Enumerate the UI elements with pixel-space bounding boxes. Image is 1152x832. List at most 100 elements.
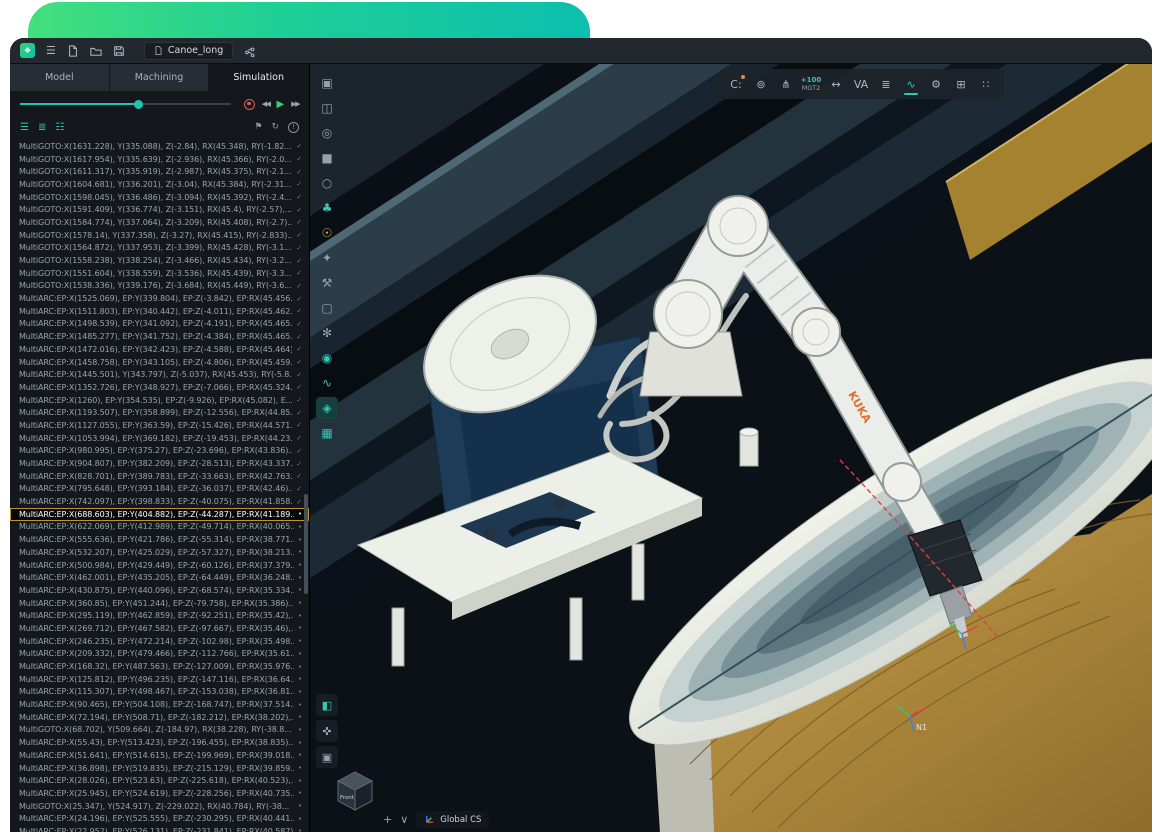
- command-row[interactable]: MultiARC:EP:X(90.465), EP:Y(504.108), EP…: [10, 698, 309, 711]
- command-row[interactable]: MultiARC:EP:X(1498.539), EP:Y(341.092), …: [10, 318, 309, 331]
- probe-icon[interactable]: ✦: [316, 247, 338, 269]
- command-row[interactable]: MultiGOTO:X(1604.681), Y(336.201), Z(-3.…: [10, 178, 309, 191]
- bulb-icon[interactable]: ☉: [316, 222, 338, 244]
- point-icon[interactable]: ◉: [316, 347, 338, 369]
- command-row[interactable]: MultiARC:EP:X(462.001), EP:Y(435.205), E…: [10, 571, 309, 584]
- monitor-icon[interactable]: ▢: [316, 297, 338, 319]
- command-row[interactable]: MultiARC:EP:X(209.332), EP:Y(479.466), E…: [10, 648, 309, 661]
- command-row[interactable]: MultiARC:EP:X(1458.758), EP:Y(343.105), …: [10, 356, 309, 369]
- new-document-icon[interactable]: [67, 45, 79, 57]
- snowflake-icon[interactable]: ✻: [316, 322, 338, 344]
- command-row[interactable]: MultiARC:EP:X(532.207), EP:Y(425.029), E…: [10, 546, 309, 559]
- command-row[interactable]: MultiARC:EP:X(55.43), EP:Y(513.423), EP:…: [10, 736, 309, 749]
- command-row[interactable]: MultiGOTO:X(1584.774), Y(337.064), Z(-3.…: [10, 216, 309, 229]
- printer-icon[interactable]: ◫: [316, 97, 338, 119]
- spindle-icon[interactable]: ◎: [316, 122, 338, 144]
- command-row[interactable]: MultiGOTO:X(25.347), Y(524.917), Z(-229.…: [10, 800, 309, 813]
- fast-forward-button[interactable]: ▶▶: [291, 100, 299, 108]
- command-row[interactable]: MultiGOTO:X(1631.228), Y(335.088), Z(-2.…: [10, 140, 309, 153]
- walk-mode-icon[interactable]: ✜: [316, 720, 338, 742]
- command-row[interactable]: MultiGOTO:X(1564.872), Y(337.953), Z(-3.…: [10, 242, 309, 255]
- machines-icon[interactable]: ▣: [316, 72, 338, 94]
- command-row[interactable]: MultiARC:EP:X(360.85), EP:Y(451.244), EP…: [10, 597, 309, 610]
- command-row[interactable]: MultiARC:EP:X(25.945), EP:Y(524.619), EP…: [10, 787, 309, 800]
- slider-handle[interactable]: [134, 100, 143, 109]
- expand-list-icon[interactable]: ☷: [55, 123, 64, 133]
- command-row[interactable]: MultiARC:EP:X(795.648), EP:Y(393.184), E…: [10, 483, 309, 496]
- tree-icon[interactable]: ♣: [316, 197, 338, 219]
- tab-model[interactable]: Model: [10, 64, 110, 91]
- open-folder-icon[interactable]: [90, 45, 102, 57]
- command-row[interactable]: MultiARC:EP:X(295.119), EP:Y(462.859), E…: [10, 609, 309, 622]
- command-row[interactable]: MultiARC:EP:X(28.026), EP:Y(523.63), EP:…: [10, 774, 309, 787]
- command-row[interactable]: MultiARC:EP:X(430.875), EP:Y(440.096), E…: [10, 584, 309, 597]
- save-icon[interactable]: [113, 45, 125, 57]
- spline-icon[interactable]: ∿: [316, 372, 338, 394]
- mesh-icon[interactable]: ▦: [316, 422, 338, 444]
- record-button[interactable]: [244, 99, 255, 110]
- warning-icon[interactable]: !: [288, 122, 299, 133]
- command-row[interactable]: MultiARC:EP:X(1472.016), EP:Y(342.423), …: [10, 343, 309, 356]
- tools-icon[interactable]: ⚒: [316, 272, 338, 294]
- play-button[interactable]: ▶: [277, 99, 285, 110]
- coordinate-system-chip[interactable]: Global CS: [416, 811, 489, 828]
- refresh-icon[interactable]: ↻: [271, 123, 279, 132]
- document-tab[interactable]: Canoe_long: [144, 42, 233, 60]
- command-row[interactable]: MultiARC:EP:X(1127.055), EP:Y(363.59), E…: [10, 419, 309, 432]
- gear-icon[interactable]: ⚙: [924, 72, 948, 96]
- tab-machining[interactable]: Machining: [110, 64, 210, 91]
- command-row[interactable]: MultiARC:EP:X(1525.069), EP:Y(339.804), …: [10, 292, 309, 305]
- command-row[interactable]: MultiGOTO:X(1558.238), Y(338.254), Z(-3.…: [10, 254, 309, 267]
- robot-icon[interactable]: ⊚: [749, 72, 773, 96]
- menu-icon[interactable]: ☰: [46, 45, 56, 56]
- command-row[interactable]: MultiARC:EP:X(555.636), EP:Y(421.786), E…: [10, 533, 309, 546]
- goto-operation-icon[interactable]: ⚑: [254, 123, 262, 132]
- view-cube[interactable]: Front: [332, 768, 378, 814]
- command-row[interactable]: MultiARC:EP:X(622.069), EP:Y(412.989), E…: [10, 521, 309, 534]
- command-row[interactable]: MultiARC:EP:X(500.984), EP:Y(429.449), E…: [10, 559, 309, 572]
- command-row[interactable]: MultiARC:EP:X(22.952), EP:Y(526.131), EP…: [10, 825, 309, 832]
- chart-icon[interactable]: ∿: [899, 72, 923, 96]
- command-row[interactable]: MultiARC:EP:X(1485.277), EP:Y(341.752), …: [10, 330, 309, 343]
- command-row[interactable]: MultiGOTO:X(68.702), Y(509.664), Z(-184.…: [10, 724, 309, 737]
- command-row[interactable]: MultiGOTO:X(1578.14), Y(337.358), Z(-3.2…: [10, 229, 309, 242]
- command-row[interactable]: MultiARC:EP:X(168.32), EP:Y(487.563), EP…: [10, 660, 309, 673]
- command-row[interactable]: MultiARC:EP:X(1053.994), EP:Y(369.182), …: [10, 432, 309, 445]
- command-row[interactable]: MultiARC:EP:X(1193.507), EP:Y(358.899), …: [10, 406, 309, 419]
- command-row[interactable]: MultiGOTO:X(1538.336), Y(339.176), Z(-3.…: [10, 280, 309, 293]
- command-row[interactable]: MultiARC:EP:X(688.603), EP:Y(404.882), E…: [10, 508, 309, 521]
- command-row[interactable]: MultiARC:EP:X(904.807), EP:Y(382.209), E…: [10, 457, 309, 470]
- command-row[interactable]: MultiARC:EP:X(980.995), EP:Y(375.27), EP…: [10, 445, 309, 458]
- tab-simulation[interactable]: Simulation: [209, 64, 309, 91]
- fixture-icon[interactable]: ○: [316, 172, 338, 194]
- command-row[interactable]: MultiARC:EP:X(1511.803), EP:Y(340.442), …: [10, 305, 309, 318]
- gripper-icon[interactable]: ⋔: [774, 72, 798, 96]
- cube-view-icon[interactable]: ◧: [316, 694, 338, 716]
- stock-icon[interactable]: ■: [316, 147, 338, 169]
- frames-icon[interactable]: ◈: [316, 397, 338, 419]
- command-row[interactable]: MultiGOTO:X(1591.409), Y(336.774), Z(-3.…: [10, 203, 309, 216]
- command-row[interactable]: MultiGOTO:X(1617.954), Y(335.639), Z(-2.…: [10, 153, 309, 166]
- add-view-button[interactable]: +: [383, 814, 392, 825]
- command-row[interactable]: MultiARC:EP:X(36.898), EP:Y(519.835), EP…: [10, 762, 309, 775]
- command-row[interactable]: MultiARC:EP:X(1445.501), Y(343.797), Z(-…: [10, 368, 309, 381]
- command-row[interactable]: MultiARC:EP:X(269.712), EP:Y(467.582), E…: [10, 622, 309, 635]
- rewind-button[interactable]: ◀◀: [262, 100, 270, 108]
- simulation-progress-slider[interactable]: [20, 103, 231, 105]
- command-row[interactable]: MultiARC:EP:X(1352.726), EP:Y(348.927), …: [10, 381, 309, 394]
- command-row[interactable]: MultiGOTO:X(1551.604), Y(338.559), Z(-3.…: [10, 267, 309, 280]
- controller-icon[interactable]: C:: [724, 72, 748, 96]
- layers-icon[interactable]: ≣: [874, 72, 898, 96]
- grid-icon[interactable]: ⊞: [949, 72, 973, 96]
- command-list-scrollbar[interactable]: [304, 494, 308, 594]
- view-options-chevron-icon[interactable]: ∨: [400, 814, 408, 825]
- command-row[interactable]: MultiGOTO:X(1598.045), Y(336.486), Z(-3.…: [10, 191, 309, 204]
- share-icon[interactable]: [244, 45, 256, 57]
- command-row[interactable]: MultiGOTO:X(1611.317), Y(335.919), Z(-2.…: [10, 165, 309, 178]
- camera-icon[interactable]: ▣: [316, 746, 338, 768]
- command-row[interactable]: MultiARC:EP:X(115.307), EP:Y(498.467), E…: [10, 686, 309, 699]
- va-icon[interactable]: VA: [849, 72, 873, 96]
- command-row[interactable]: MultiARC:EP:X(1260), EP:Y(354.535), EP:Z…: [10, 394, 309, 407]
- app-logo-icon[interactable]: ❖: [20, 43, 35, 58]
- apps-icon[interactable]: ∷: [974, 72, 998, 96]
